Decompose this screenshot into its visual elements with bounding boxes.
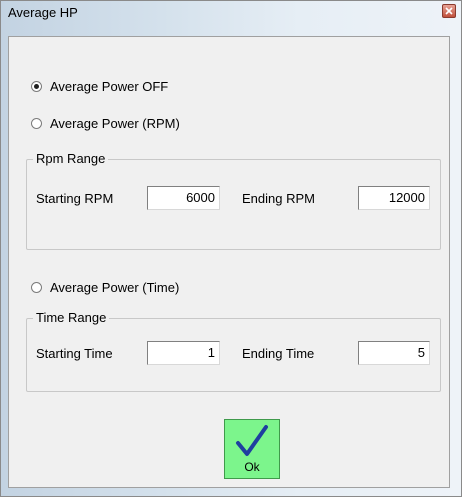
radio-label-rpm: Average Power (RPM) bbox=[50, 116, 180, 131]
window-title: Average HP bbox=[8, 5, 78, 20]
title-bar[interactable]: Average HP bbox=[1, 1, 461, 23]
radio-average-power-off[interactable]: Average Power OFF bbox=[31, 79, 168, 94]
radio-button[interactable] bbox=[31, 118, 42, 129]
starting-time-field[interactable]: 1 bbox=[147, 341, 220, 365]
starting-time-label: Starting Time bbox=[36, 346, 113, 361]
radio-label-time: Average Power (Time) bbox=[50, 280, 180, 295]
rpm-range-title: Rpm Range bbox=[33, 151, 109, 166]
ending-rpm-label: Ending RPM bbox=[242, 191, 315, 206]
checkmark-icon bbox=[236, 425, 268, 456]
radio-button-checked[interactable] bbox=[31, 81, 42, 92]
time-range-group: Time Range Starting Time 1 Ending Time 5 bbox=[26, 310, 441, 392]
rpm-range-group: Rpm Range Starting RPM 6000 Ending RPM 1… bbox=[26, 151, 441, 250]
starting-rpm-field[interactable]: 6000 bbox=[147, 186, 220, 210]
close-icon bbox=[445, 7, 453, 15]
ending-rpm-field[interactable]: 12000 bbox=[358, 186, 430, 210]
ending-time-label: Ending Time bbox=[242, 346, 315, 361]
radio-button[interactable] bbox=[31, 282, 42, 293]
ok-button[interactable]: Ok bbox=[224, 419, 280, 479]
starting-rpm-label: Starting RPM bbox=[36, 191, 114, 206]
ending-time-field[interactable]: 5 bbox=[358, 341, 430, 365]
close-button[interactable] bbox=[442, 4, 456, 18]
average-hp-dialog: Average HP Average Power OFF Average Pow… bbox=[0, 0, 462, 497]
time-range-title: Time Range bbox=[33, 310, 110, 325]
ok-button-label: Ok bbox=[244, 460, 260, 474]
radio-average-power-time[interactable]: Average Power (Time) bbox=[31, 280, 179, 295]
radio-label-off: Average Power OFF bbox=[50, 79, 169, 94]
radio-average-power-rpm[interactable]: Average Power (RPM) bbox=[31, 116, 180, 131]
